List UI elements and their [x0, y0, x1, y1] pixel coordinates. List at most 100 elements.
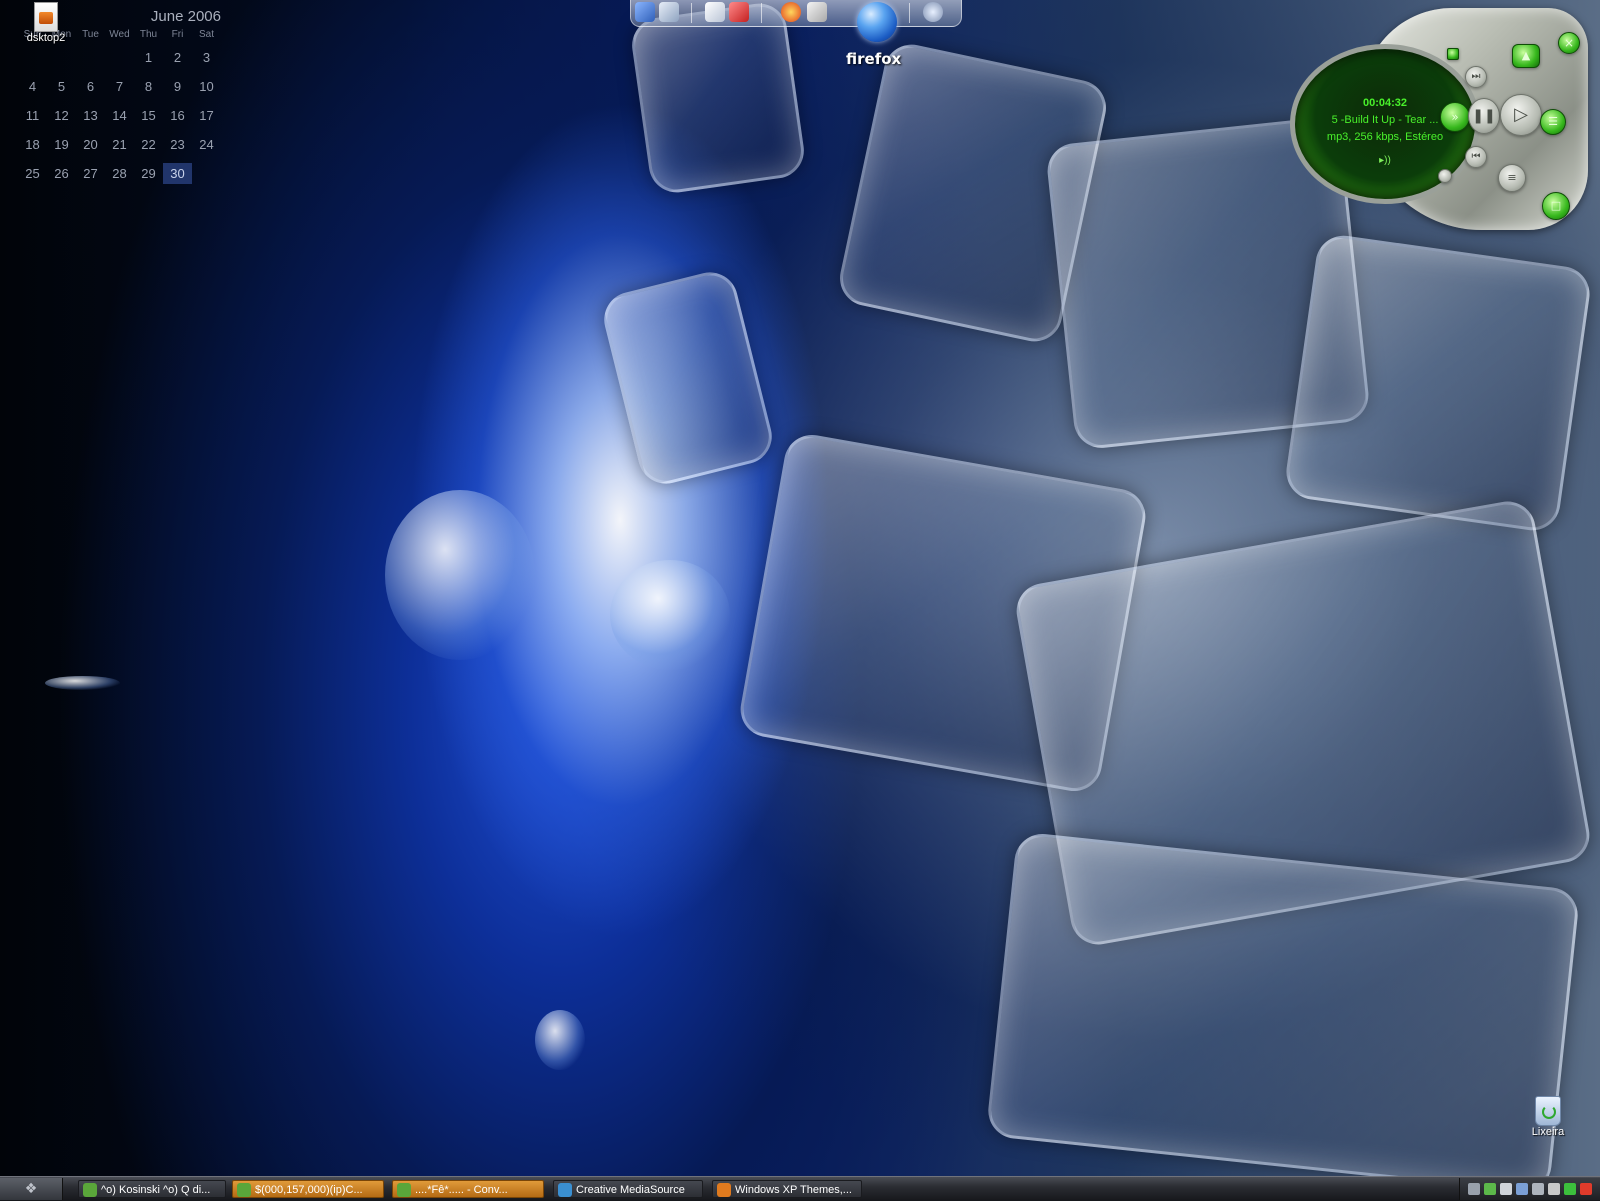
calendar-icon[interactable]: [729, 2, 749, 22]
pause-button[interactable]: ❚❚: [1468, 98, 1500, 134]
calendar-day: 7: [115, 79, 124, 94]
dock-separator: [691, 3, 692, 23]
calendar-day: [18, 43, 47, 72]
calendar-day: 29: [141, 166, 156, 181]
user-tray-icon[interactable]: [1500, 1183, 1512, 1195]
calendar-day: 13: [83, 108, 98, 123]
taskbar-button[interactable]: $(000,157,000)(ip)C...: [232, 1180, 384, 1198]
system-tray: [1459, 1178, 1600, 1200]
chat-icon: [83, 1183, 97, 1197]
recycle-bin-icon: [1535, 1096, 1561, 1126]
player-format-info: mp3, 256 kbps, Estéreo: [1326, 131, 1444, 143]
calendar-weekday: Wed: [109, 29, 130, 40]
taskbar-button[interactable]: ....*Fê*..... - Conv...: [392, 1180, 544, 1198]
calendar-day: 11: [25, 108, 40, 123]
browser-icon[interactable]: [781, 2, 801, 22]
calendar-day: [76, 43, 105, 72]
media-player: 00:04:32 5 -Build It Up - Tear ... mp3, …: [1290, 4, 1590, 234]
calendar-day: [47, 43, 76, 72]
wallpaper-crystal: [598, 266, 778, 490]
calendar-day: 6: [86, 79, 95, 94]
calendar-day: 16: [170, 108, 185, 123]
calendar-weekday: Thu: [139, 29, 158, 40]
network-icon[interactable]: [659, 2, 679, 22]
calendar-day: 5: [57, 79, 66, 94]
network-tray-icon[interactable]: [1468, 1183, 1480, 1195]
wallpaper-drop: [610, 560, 730, 670]
play-button[interactable]: ▷: [1500, 94, 1542, 136]
mail-icon[interactable]: [807, 2, 827, 22]
taskbar-button[interactable]: Creative MediaSource: [553, 1180, 703, 1198]
calendar-day: 1: [144, 50, 153, 65]
record-button[interactable]: [1438, 169, 1452, 183]
calendar-day: 22: [141, 137, 156, 152]
desktop-icon-dsktop2[interactable]: dsktop2: [20, 2, 72, 44]
firefox-icon: [717, 1183, 731, 1197]
ati-tray-icon[interactable]: [1580, 1183, 1592, 1195]
calendar-day: 23: [170, 137, 185, 152]
dock-separator: [909, 3, 910, 23]
taskbar-button-label: Creative MediaSource: [576, 1184, 685, 1196]
media-icon: [558, 1183, 572, 1197]
desktop-icon-label: Lixeira: [1531, 1126, 1565, 1138]
device-tray-icon[interactable]: [1532, 1183, 1544, 1195]
calendar-weekday: Fri: [171, 29, 184, 40]
calendar-day: 15: [141, 108, 156, 123]
taskbar-button-label: $(000,157,000)(ip)C...: [255, 1184, 363, 1196]
messenger-tray-icon[interactable]: [1484, 1183, 1496, 1195]
equalizer-button[interactable]: ≡: [1498, 164, 1526, 192]
start-button[interactable]: ❖: [0, 1178, 63, 1200]
calendar-day: 12: [54, 108, 69, 123]
antivirus-tray-icon[interactable]: [1564, 1183, 1576, 1195]
calendar-day: 18: [25, 137, 40, 152]
wallpaper-crystal: [1282, 232, 1594, 534]
display-tray-icon[interactable]: [1516, 1183, 1528, 1195]
calendar-day: 25: [25, 166, 40, 181]
wallpaper-drop: [385, 490, 535, 660]
desktop-icon-label: dsktop2: [26, 32, 66, 44]
taskbar-button-label: Windows XP Themes,...: [735, 1184, 852, 1196]
fast-forward-button[interactable]: »: [1440, 102, 1470, 132]
chat-icon: [237, 1183, 251, 1197]
calendar-day: [105, 43, 134, 72]
next-track-button[interactable]: ⏭: [1465, 66, 1487, 88]
desktop-icon-recycle-bin[interactable]: Lixeira: [1523, 1096, 1573, 1138]
file-icon: [34, 2, 58, 32]
calendar-day: 21: [112, 137, 127, 152]
open-folder-button[interactable]: ▲: [1512, 44, 1540, 68]
minimize-player-button[interactable]: □: [1542, 192, 1570, 220]
wallpaper-drop: [535, 1010, 585, 1070]
taskbar: ❖ ^o) Kosinski ^o) Q di... $(000,157,000)…: [0, 1176, 1600, 1201]
calendar-day: 2: [173, 50, 182, 65]
calendar-weekday: Sat: [198, 29, 214, 40]
document-icon[interactable]: [705, 2, 725, 22]
chat-icon: [397, 1183, 411, 1197]
clock-icon[interactable]: [923, 2, 943, 22]
calendar-today: 30: [163, 163, 192, 184]
taskbar-button-label: ^o) Kosinski ^o) Q di...: [101, 1184, 211, 1196]
playlist-button[interactable]: ☰: [1540, 109, 1566, 135]
calendar-day: 20: [83, 137, 98, 152]
monitor-icon[interactable]: [635, 2, 655, 22]
calendar-day: 14: [112, 108, 127, 123]
calendar-day: 26: [54, 166, 69, 181]
previous-track-button[interactable]: ⏮: [1465, 146, 1487, 168]
volume-icon[interactable]: ▸)): [1295, 155, 1475, 166]
calendar-day: 3: [202, 50, 211, 65]
dock-separator: [761, 3, 762, 23]
calendar-day: 24: [199, 137, 214, 152]
calendar-day: 19: [54, 137, 69, 152]
calendar-day: 8: [144, 79, 153, 94]
calendar-grid: Sun Mon Tue Wed Thu Fri Sat 1 2 3 4 5 6 7 8 9 10 11 12 13 14…: [18, 29, 223, 188]
taskbar-button[interactable]: ^o) Kosinski ^o) Q di...: [78, 1180, 226, 1198]
media-tray-icon[interactable]: [1548, 1183, 1560, 1195]
taskbar-button[interactable]: Windows XP Themes,...: [712, 1180, 862, 1198]
calendar-day: 9: [173, 79, 182, 94]
stop-indicator[interactable]: [1447, 48, 1459, 60]
firefox-icon[interactable]: [857, 2, 897, 42]
calendar-day: [192, 159, 221, 188]
dock-hover-label: firefox: [846, 50, 902, 68]
calendar-day: 10: [199, 79, 214, 94]
close-player-button[interactable]: ×: [1558, 32, 1580, 54]
calendar-day: 27: [83, 166, 98, 181]
